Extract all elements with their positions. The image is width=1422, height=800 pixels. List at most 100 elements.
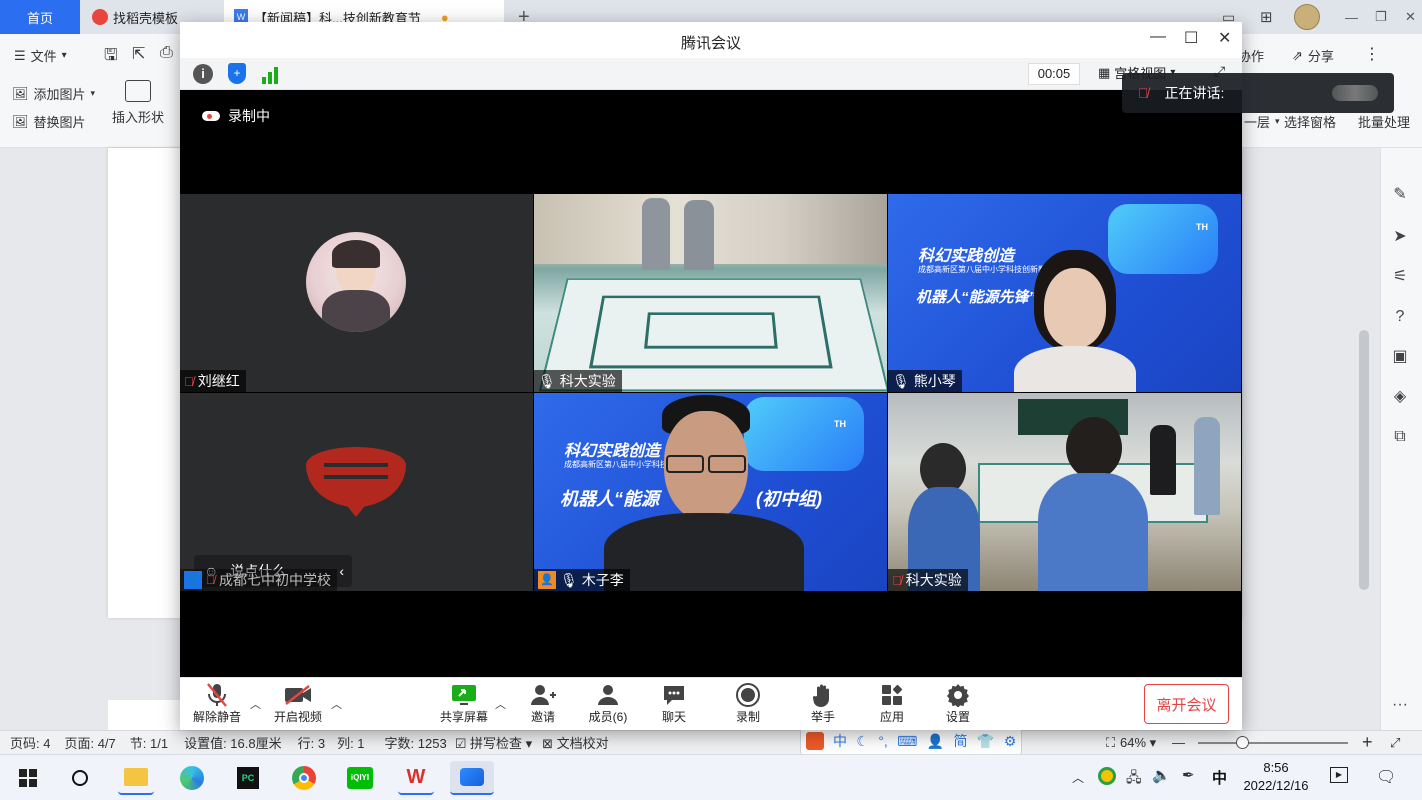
status-setting[interactable]: 设置值: 16.8厘米 bbox=[184, 733, 282, 752]
cursor-icon[interactable]: ➤ bbox=[1389, 226, 1411, 248]
windows-start-icon[interactable] bbox=[10, 761, 46, 795]
zoom-slider[interactable] bbox=[1198, 736, 1348, 749]
pen-icon[interactable]: ✎ bbox=[1389, 184, 1411, 206]
video-tile-3[interactable]: 科幻实践创造 成都高新区第八届中小学科技创新教育节 机器人“能源先锋”（初中组）… bbox=[888, 194, 1241, 392]
save-icon[interactable]: 🖫 bbox=[104, 44, 118, 71]
minimize-icon[interactable]: — bbox=[1150, 28, 1166, 46]
zoom-out-icon[interactable]: — bbox=[1172, 735, 1185, 750]
more-dots-icon[interactable]: ··· bbox=[1389, 694, 1411, 716]
share-screen-button[interactable]: 共享屏幕 bbox=[434, 682, 494, 725]
file-explorer-icon[interactable] bbox=[118, 761, 154, 795]
video-tile-4[interactable]: ☺ 说点什么 ‹ 👤 🎙̸ 成都七中初中学校 bbox=[180, 393, 533, 591]
user-icon[interactable]: 👤 bbox=[927, 733, 944, 750]
pen-icon[interactable]: ✒ bbox=[1182, 766, 1195, 784]
image-tools-icon[interactable]: ▣ bbox=[1389, 346, 1411, 368]
chevron-up-icon[interactable]: ︿ bbox=[495, 696, 506, 712]
zoom-in-icon[interactable]: + bbox=[1362, 732, 1373, 753]
spell-check-button[interactable]: ☑ 拼写检查 ▾ bbox=[455, 733, 532, 752]
fullscreen-icon[interactable]: ⤢ bbox=[1390, 735, 1400, 751]
status-col[interactable]: 列: 1 bbox=[337, 733, 364, 752]
chat-button[interactable]: 聊天 bbox=[644, 682, 704, 725]
teacher-figure bbox=[1150, 425, 1176, 495]
minimize-icon[interactable]: — bbox=[1335, 0, 1368, 34]
ime-indicator[interactable]: 中 bbox=[1212, 767, 1227, 788]
shield-icon[interactable]: + bbox=[228, 63, 246, 84]
fit-page-icon[interactable]: ⛶ bbox=[1106, 735, 1115, 751]
video-tile-6[interactable]: 🎙̸ 科大实验 bbox=[888, 393, 1241, 591]
keyboard-icon[interactable]: ⌨ bbox=[897, 733, 917, 750]
iqiyi-icon[interactable]: iQIYI bbox=[342, 761, 378, 795]
wps-icon[interactable]: W bbox=[398, 761, 434, 795]
grid-apps-icon[interactable]: ⊞ bbox=[1250, 0, 1283, 34]
file-menu[interactable]: ☰ 文件 ▾ bbox=[14, 46, 67, 65]
ime-simp[interactable]: 简 bbox=[954, 731, 968, 751]
select-pane-button[interactable]: 选择窗格 bbox=[1284, 112, 1336, 131]
moon-icon[interactable]: ☾ bbox=[856, 733, 869, 750]
mic-muted-icon: 🎙̸ bbox=[1138, 85, 1149, 101]
settings-button[interactable]: 设置 bbox=[928, 682, 988, 725]
sliders-icon[interactable]: ⚟ bbox=[1389, 266, 1411, 288]
start-video-button[interactable]: 开启视频 bbox=[268, 682, 328, 725]
print-icon[interactable]: ⎙ bbox=[160, 44, 173, 62]
zoom-level[interactable]: 64% ▾ bbox=[1120, 735, 1156, 751]
media-icon[interactable]: ▶ bbox=[1330, 767, 1348, 783]
raise-hand-button[interactable]: 举手 bbox=[793, 682, 853, 725]
status-section[interactable]: 节: 1/1 bbox=[130, 733, 168, 752]
chrome-icon[interactable] bbox=[286, 761, 322, 795]
apps-button[interactable]: 应用 bbox=[862, 682, 922, 725]
video-tile-1[interactable]: 🎙̸ 刘继红 bbox=[180, 194, 533, 392]
status-words[interactable]: 字数: 1253 bbox=[385, 733, 447, 752]
notification-icon[interactable]: 🗨 bbox=[1376, 767, 1396, 787]
status-page-code[interactable]: 页码: 4 bbox=[10, 733, 50, 752]
video-tile-5[interactable]: 科幻实践创造 成都高新区第八届中小学科技创新教育节 机器人“能源 (初中组) T… bbox=[534, 393, 887, 591]
ime-mode[interactable]: 中 bbox=[833, 731, 847, 751]
insert-shape-button[interactable]: 插入形状 bbox=[112, 80, 164, 126]
status-page[interactable]: 页面: 4/7 bbox=[64, 733, 115, 752]
compass-icon[interactable]: ◈ bbox=[1389, 386, 1411, 408]
export-icon[interactable]: ⇱ bbox=[132, 44, 145, 64]
scroll-thumb[interactable] bbox=[1359, 330, 1369, 590]
chevron-up-icon[interactable]: ︿ bbox=[1072, 769, 1084, 786]
members-button[interactable]: 成员(6) bbox=[578, 682, 638, 725]
status-row[interactable]: 行: 3 bbox=[298, 733, 325, 752]
close-icon[interactable]: ✕ bbox=[1218, 28, 1231, 48]
skin-icon[interactable]: 👕 bbox=[977, 733, 994, 750]
book-search-icon[interactable]: ⧉ bbox=[1389, 426, 1411, 448]
tray-app-icon[interactable] bbox=[1098, 767, 1116, 785]
add-picture-button[interactable]: 🖼 添加图片 ▾ bbox=[12, 84, 95, 103]
close-icon[interactable]: ✕ bbox=[1395, 0, 1422, 34]
punctuation-icon[interactable]: °, bbox=[878, 733, 888, 749]
prev-layer-button[interactable]: 一层 ▾ bbox=[1244, 112, 1280, 131]
info-icon[interactable]: i bbox=[193, 64, 213, 84]
signal-icon[interactable] bbox=[262, 64, 282, 84]
collapse-icon[interactable]: ‹ bbox=[339, 563, 344, 579]
pycharm-icon[interactable]: PC bbox=[230, 761, 266, 795]
sogou-icon[interactable] bbox=[805, 732, 824, 750]
doc-proof-button[interactable]: ⊠ 文档校对 bbox=[542, 733, 609, 752]
avatar[interactable] bbox=[1284, 0, 1330, 34]
network-icon[interactable]: 🖧 bbox=[1126, 767, 1142, 791]
help-icon[interactable]: ? bbox=[1389, 306, 1411, 328]
chevron-up-icon[interactable]: ︿ bbox=[250, 696, 261, 712]
ime-settings-icon[interactable]: ⚙ bbox=[1004, 733, 1017, 750]
invite-button[interactable]: 邀请 bbox=[513, 682, 573, 725]
unmute-button[interactable]: 解除静音 bbox=[187, 682, 247, 725]
chevron-up-icon[interactable]: ︿ bbox=[331, 696, 342, 712]
tencent-meeting-icon[interactable] bbox=[450, 761, 494, 795]
maximize-icon[interactable]: ☐ bbox=[1184, 28, 1198, 48]
edge-icon[interactable] bbox=[174, 761, 210, 795]
leave-meeting-button[interactable]: 离开会议 bbox=[1144, 684, 1229, 724]
restore-icon[interactable]: ❐ bbox=[1365, 0, 1397, 34]
record-button[interactable]: 录制 bbox=[718, 682, 778, 725]
zoom-slider-thumb[interactable] bbox=[1236, 736, 1249, 749]
search-icon[interactable] bbox=[62, 761, 98, 795]
more-icon[interactable]: ⋮ bbox=[1364, 44, 1380, 64]
replace-picture-button[interactable]: 🖼 替换图片 bbox=[12, 112, 86, 131]
share-button[interactable]: ⇗ 分享 bbox=[1292, 46, 1334, 65]
clock[interactable]: 8:56 2022/12/16 bbox=[1236, 759, 1316, 795]
batch-process-button[interactable]: 批量处理 bbox=[1358, 112, 1410, 131]
vertical-scrollbar[interactable] bbox=[1357, 160, 1371, 720]
video-tile-2[interactable]: 🎙 科大实验 bbox=[534, 194, 887, 392]
volume-icon[interactable]: 🔈 bbox=[1152, 766, 1171, 784]
tab-home[interactable]: 首页 bbox=[0, 0, 80, 34]
